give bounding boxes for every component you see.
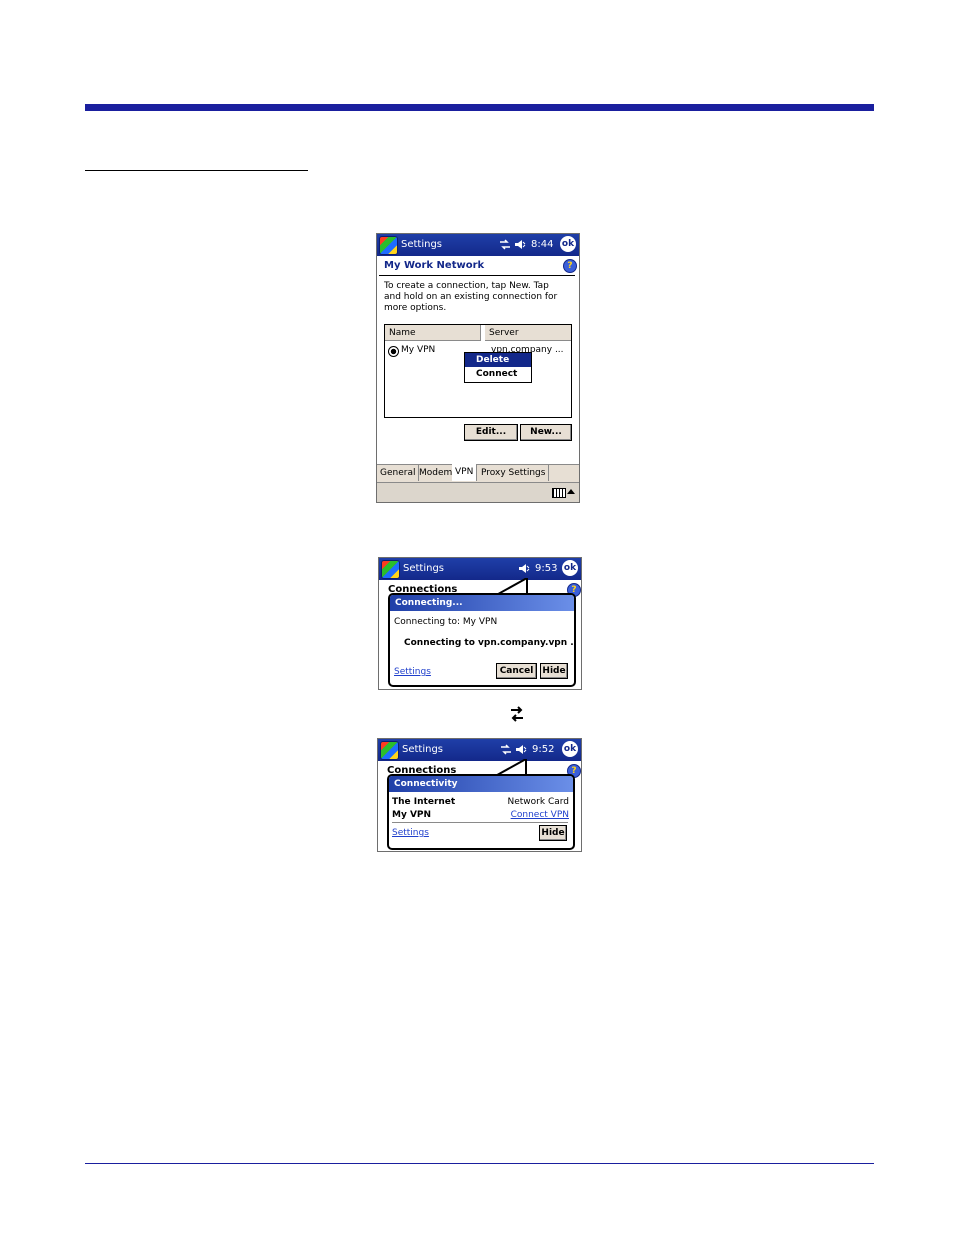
speaker-icon[interactable] [514, 239, 526, 250]
ok-button[interactable]: ok [562, 560, 578, 576]
settings-link[interactable]: Settings [394, 667, 431, 677]
screenshot-connectivity: Settings 9:52 ok Connections ? Connectiv… [377, 738, 582, 852]
settings-link[interactable]: Settings [392, 828, 429, 838]
hide-button[interactable]: Hide [539, 825, 567, 841]
tab-proxy-settings[interactable]: Proxy Settings [478, 465, 550, 481]
title-bar: Settings 9:52 ok [378, 739, 581, 761]
ok-button[interactable]: ok [560, 236, 576, 252]
divider [392, 822, 568, 823]
connect-vpn-link[interactable]: Connect VPN [511, 810, 569, 820]
clock[interactable]: 8:44 [531, 239, 553, 250]
help-icon[interactable]: ? [563, 259, 577, 273]
ok-button[interactable]: ok [562, 741, 578, 757]
page-subtitle: My Work Network [384, 260, 485, 271]
connectivity-popup: Connectivity The Internet Network Card M… [387, 774, 575, 850]
screenshot-vpn-settings: Settings 8:44 ok My Work Network ? To cr… [376, 233, 580, 503]
window-title: Settings [403, 563, 445, 574]
connection-list: Name Server My VPN vpn.company ... Delet… [384, 324, 572, 418]
radio-selected-icon[interactable] [388, 346, 399, 357]
command-bar [377, 482, 579, 502]
menu-item-connect[interactable]: Connect [465, 367, 531, 381]
keyboard-icon[interactable] [552, 488, 566, 498]
instructions-text: To create a connection, tap New. Tap and… [384, 281, 558, 313]
speaker-icon[interactable] [515, 744, 527, 755]
section-underline [85, 170, 308, 171]
column-header-server[interactable]: Server [485, 325, 571, 341]
popup-title: Connecting... [390, 595, 574, 611]
new-button[interactable]: New... [520, 424, 572, 441]
connectivity-icon[interactable] [500, 744, 512, 755]
row-name-vpn: My VPN [392, 810, 432, 820]
connection-name: My VPN [401, 345, 436, 355]
window-title: Settings [401, 239, 443, 250]
hide-button[interactable]: Hide [540, 663, 568, 679]
title-bar: Settings 8:44 ok [377, 234, 579, 256]
windows-start-icon[interactable] [381, 560, 400, 579]
row-value-internet: Network Card [507, 797, 570, 807]
speaker-icon[interactable] [518, 563, 530, 574]
tab-general[interactable]: General [377, 465, 420, 481]
connectivity-arrows-icon [511, 706, 523, 722]
connecting-popup: Connecting... Connecting to: My VPN Conn… [388, 593, 576, 687]
arrow-up-icon[interactable] [567, 488, 575, 496]
clock[interactable]: 9:53 [535, 563, 557, 574]
edit-button[interactable]: Edit... [464, 424, 518, 441]
divider [379, 275, 575, 276]
windows-start-icon[interactable] [380, 741, 399, 760]
column-header-name[interactable]: Name [385, 325, 481, 341]
connectivity-icon[interactable] [499, 239, 511, 250]
row-name-internet: The Internet [392, 797, 456, 807]
title-bar: Settings 9:53 ok [379, 558, 581, 580]
connecting-to-text: Connecting to: My VPN [394, 617, 498, 627]
screenshot-connecting: Settings 9:53 ok Connections ? Connectin… [378, 557, 582, 690]
tab-vpn[interactable]: VPN [452, 464, 478, 481]
clock[interactable]: 9:52 [532, 744, 554, 755]
windows-start-icon[interactable] [379, 236, 398, 255]
tab-strip: General Modem VPN Proxy Settings [377, 464, 579, 482]
popup-title: Connectivity [389, 776, 573, 792]
menu-item-delete[interactable]: Delete [465, 353, 531, 367]
tab-modem[interactable]: Modem [416, 465, 457, 481]
context-menu: Delete Connect [464, 352, 532, 383]
connection-status: Connecting to vpn.company.vpn ... [404, 638, 576, 648]
window-title: Settings [402, 744, 444, 755]
header-rule [85, 104, 874, 111]
footer-rule [85, 1163, 874, 1164]
cancel-button[interactable]: Cancel [496, 663, 537, 679]
